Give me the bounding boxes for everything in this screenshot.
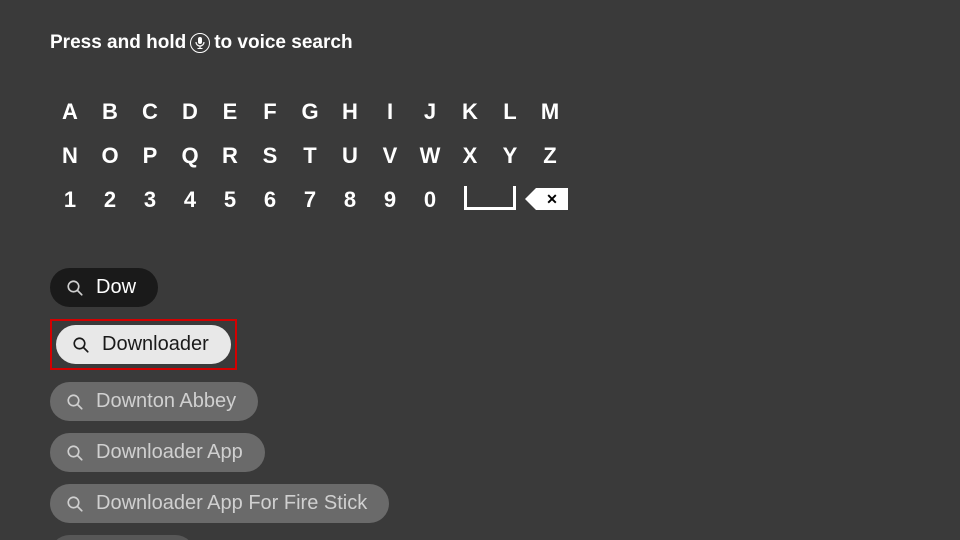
search-icon: [66, 495, 84, 513]
suggestion-label: Downloader: [102, 333, 209, 356]
suggestion-label: Dow: [96, 276, 136, 299]
keyboard-key-7[interactable]: 7: [290, 182, 330, 218]
suggestion-item[interactable]: Downfall: [50, 535, 195, 540]
keyboard-key-q[interactable]: Q: [170, 138, 210, 174]
suggestion-label: Downloader App: [96, 441, 243, 464]
keyboard-key-v[interactable]: V: [370, 138, 410, 174]
keyboard-key-m[interactable]: M: [530, 94, 570, 130]
keyboard-key-1[interactable]: 1: [50, 182, 90, 218]
keyboard-key-x[interactable]: X: [450, 138, 490, 174]
search-icon: [66, 393, 84, 411]
keyboard-key-b[interactable]: B: [90, 94, 130, 130]
suggestion-item[interactable]: Downloader: [56, 325, 231, 364]
keyboard-key-c[interactable]: C: [130, 94, 170, 130]
keyboard-row-2: NOPQRSTUVWXYZ: [50, 138, 910, 174]
search-suggestions: Dow Downloader Downton Abbey Downloader App…: [50, 268, 910, 540]
keyboard-key-r[interactable]: R: [210, 138, 250, 174]
keyboard-key-z[interactable]: Z: [530, 138, 570, 174]
search-icon: [66, 279, 84, 297]
keyboard-key-9[interactable]: 9: [370, 182, 410, 218]
keyboard-backspace-key[interactable]: ✕: [536, 188, 568, 210]
hint-text-before: Press and hold: [50, 32, 186, 54]
keyboard-key-y[interactable]: Y: [490, 138, 530, 174]
keyboard-key-h[interactable]: H: [330, 94, 370, 130]
keyboard-key-i[interactable]: I: [370, 94, 410, 130]
keyboard-key-a[interactable]: A: [50, 94, 90, 130]
keyboard-key-k[interactable]: K: [450, 94, 490, 130]
keyboard-key-4[interactable]: 4: [170, 182, 210, 218]
microphone-icon: [190, 33, 210, 53]
keyboard-key-n[interactable]: N: [50, 138, 90, 174]
keyboard-row-1: ABCDEFGHIJKLM: [50, 94, 910, 130]
onscreen-keyboard: ABCDEFGHIJKLM NOPQRSTUVWXYZ 1234567890 ✕: [50, 94, 910, 218]
selection-highlight: Downloader: [50, 319, 237, 370]
suggestion-item[interactable]: Dow: [50, 268, 158, 307]
keyboard-key-t[interactable]: T: [290, 138, 330, 174]
keyboard-key-2[interactable]: 2: [90, 182, 130, 218]
suggestion-item[interactable]: Downloader App For Fire Stick: [50, 484, 389, 523]
keyboard-key-p[interactable]: P: [130, 138, 170, 174]
keyboard-key-d[interactable]: D: [170, 94, 210, 130]
keyboard-key-u[interactable]: U: [330, 138, 370, 174]
search-icon: [66, 444, 84, 462]
voice-search-hint: Press and hold to voice search: [50, 32, 910, 54]
keyboard-key-j[interactable]: J: [410, 94, 450, 130]
keyboard-key-o[interactable]: O: [90, 138, 130, 174]
keyboard-key-6[interactable]: 6: [250, 182, 290, 218]
suggestion-label: Downloader App For Fire Stick: [96, 492, 367, 515]
keyboard-row-3: 1234567890 ✕: [50, 182, 910, 218]
keyboard-space-key[interactable]: [464, 186, 516, 210]
keyboard-key-8[interactable]: 8: [330, 182, 370, 218]
keyboard-key-3[interactable]: 3: [130, 182, 170, 218]
keyboard-key-w[interactable]: W: [410, 138, 450, 174]
keyboard-key-s[interactable]: S: [250, 138, 290, 174]
suggestion-label: Downton Abbey: [96, 390, 236, 413]
suggestion-item[interactable]: Downloader App: [50, 433, 265, 472]
backspace-x-icon: ✕: [546, 192, 558, 206]
keyboard-key-g[interactable]: G: [290, 94, 330, 130]
hint-text-after: to voice search: [214, 32, 352, 54]
keyboard-key-e[interactable]: E: [210, 94, 250, 130]
keyboard-key-f[interactable]: F: [250, 94, 290, 130]
keyboard-key-l[interactable]: L: [490, 94, 530, 130]
search-icon: [72, 336, 90, 354]
keyboard-key-0[interactable]: 0: [410, 182, 450, 218]
keyboard-key-5[interactable]: 5: [210, 182, 250, 218]
suggestion-item[interactable]: Downton Abbey: [50, 382, 258, 421]
